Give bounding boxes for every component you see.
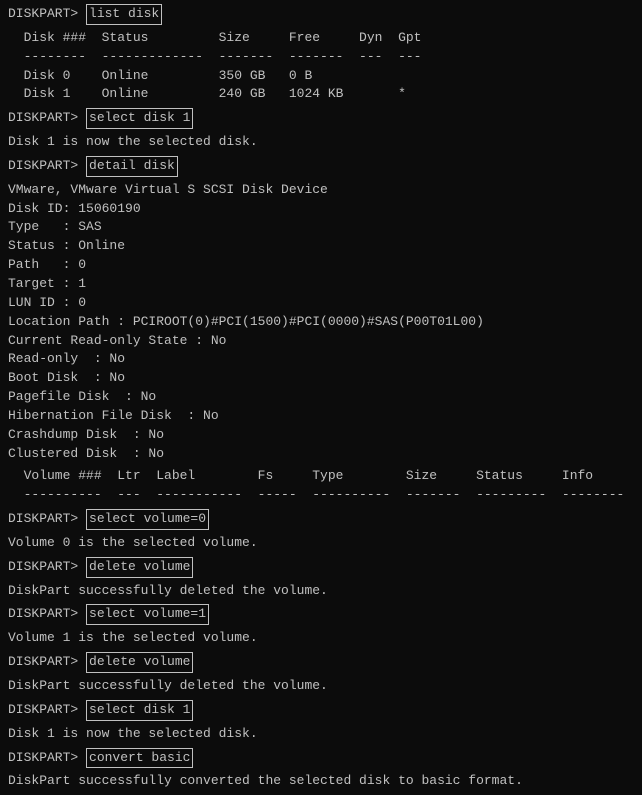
prompt-text: DISKPART> bbox=[8, 157, 86, 176]
terminal-line: Location Path : PCIROOT(0)#PCI(1500)#PCI… bbox=[8, 313, 634, 332]
command-text: select disk 1 bbox=[86, 700, 193, 721]
terminal-line: Current Read-only State : No bbox=[8, 332, 634, 351]
terminal-line: ---------- --- ----------- ----- -------… bbox=[8, 486, 634, 505]
prompt-text: DISKPART> bbox=[8, 510, 86, 529]
prompt-text: DISKPART> bbox=[8, 701, 86, 720]
terminal-line: DISKPART> detail disk bbox=[8, 156, 634, 177]
terminal-line: Type : SAS bbox=[8, 218, 634, 237]
terminal-line: DiskPart successfully deleted the volume… bbox=[8, 582, 634, 601]
command-text: delete volume bbox=[86, 652, 193, 673]
terminal-line: DISKPART> select volume=1 bbox=[8, 604, 634, 625]
terminal-line: Volume 1 is the selected volume. bbox=[8, 629, 634, 648]
command-text: convert basic bbox=[86, 748, 193, 769]
terminal-line: Volume ### Ltr Label Fs Type Size Status… bbox=[8, 467, 634, 486]
terminal-line: Clustered Disk : No bbox=[8, 445, 634, 464]
terminal-line: Disk 0 Online 350 GB 0 B bbox=[8, 67, 634, 86]
terminal-line: Hibernation File Disk : No bbox=[8, 407, 634, 426]
command-text: select volume=1 bbox=[86, 604, 209, 625]
terminal-line: DISKPART> list disk bbox=[8, 4, 634, 25]
terminal-line: Status : Online bbox=[8, 237, 634, 256]
terminal-line: Crashdump Disk : No bbox=[8, 426, 634, 445]
terminal-line: Pagefile Disk : No bbox=[8, 388, 634, 407]
terminal-line: Boot Disk : No bbox=[8, 369, 634, 388]
terminal-line: -------- ------------- ------- ------- -… bbox=[8, 48, 634, 67]
terminal-line: Path : 0 bbox=[8, 256, 634, 275]
terminal-line: VMware, VMware Virtual S SCSI Disk Devic… bbox=[8, 181, 634, 200]
prompt-text: DISKPART> bbox=[8, 558, 86, 577]
terminal-line: DiskPart successfully converted the sele… bbox=[8, 772, 634, 791]
terminal-line: DISKPART> convert basic bbox=[8, 748, 634, 769]
command-text: select disk 1 bbox=[86, 108, 193, 129]
terminal-line: Disk 1 is now the selected disk. bbox=[8, 133, 634, 152]
terminal-line: Disk 1 Online 240 GB 1024 KB * bbox=[8, 85, 634, 104]
prompt-text: DISKPART> bbox=[8, 749, 86, 768]
command-text: delete volume bbox=[86, 557, 193, 578]
terminal-line: LUN ID : 0 bbox=[8, 294, 634, 313]
terminal-line: Disk 1 is now the selected disk. bbox=[8, 725, 634, 744]
terminal-line: Disk ### Status Size Free Dyn Gpt bbox=[8, 29, 634, 48]
prompt-text: DISKPART> bbox=[8, 5, 86, 24]
terminal-line: Volume 0 is the selected volume. bbox=[8, 534, 634, 553]
terminal-line: DISKPART> select disk 1 bbox=[8, 108, 634, 129]
command-text: detail disk bbox=[86, 156, 178, 177]
prompt-text: DISKPART> bbox=[8, 653, 86, 672]
terminal-line: DISKPART> select volume=0 bbox=[8, 509, 634, 530]
prompt-text: DISKPART> bbox=[8, 605, 86, 624]
terminal-output: DISKPART> list disk Disk ### Status Size… bbox=[8, 4, 634, 791]
terminal-line: Read-only : No bbox=[8, 350, 634, 369]
terminal-line: DISKPART> delete volume bbox=[8, 557, 634, 578]
terminal-line: DISKPART> delete volume bbox=[8, 652, 634, 673]
command-text: select volume=0 bbox=[86, 509, 209, 530]
terminal-line: DISKPART> select disk 1 bbox=[8, 700, 634, 721]
terminal-line: Disk ID: 15060190 bbox=[8, 200, 634, 219]
terminal-line: DiskPart successfully deleted the volume… bbox=[8, 677, 634, 696]
prompt-text: DISKPART> bbox=[8, 109, 86, 128]
terminal-line: Target : 1 bbox=[8, 275, 634, 294]
command-text: list disk bbox=[86, 4, 162, 25]
